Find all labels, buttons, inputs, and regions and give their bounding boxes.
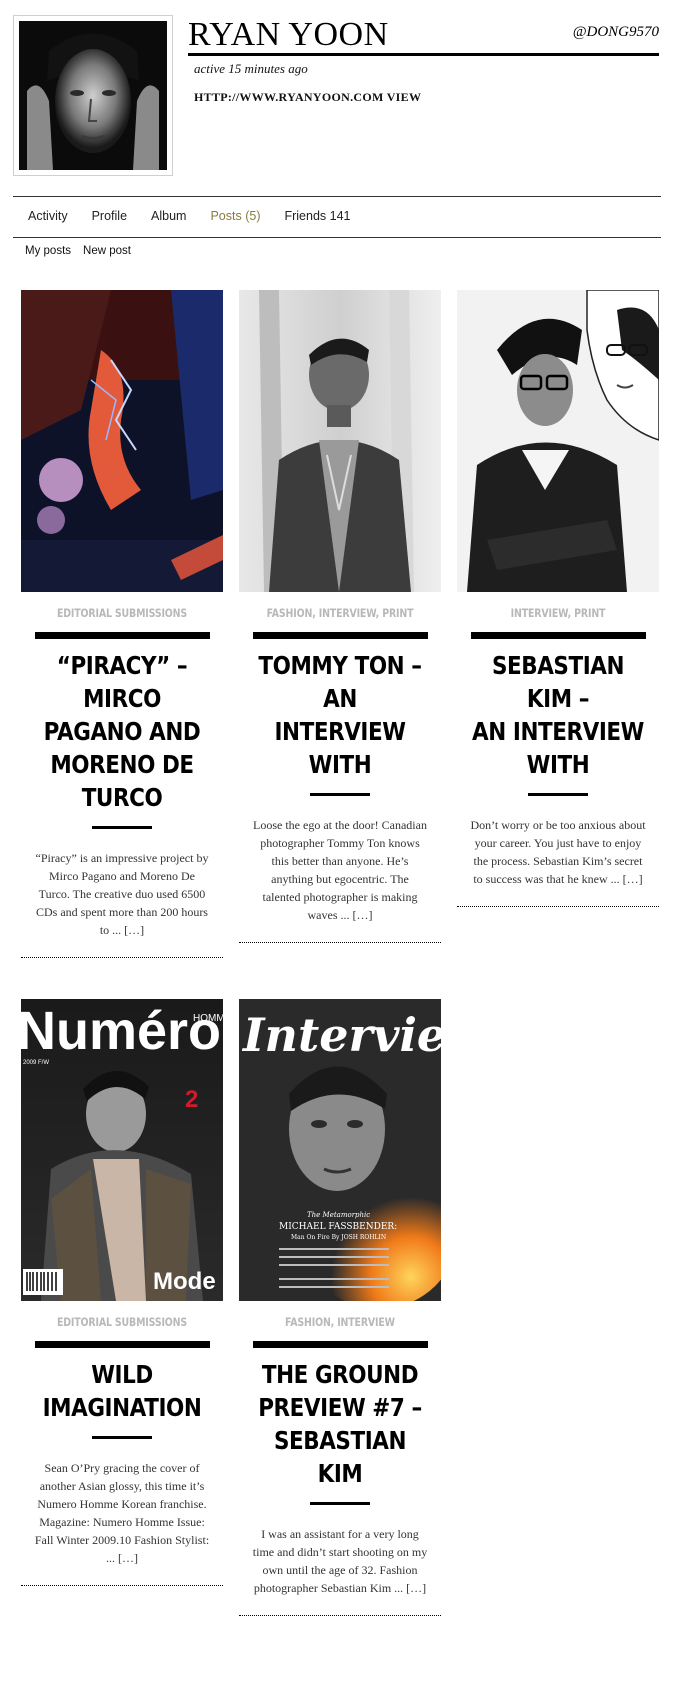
post-thumbnail[interactable] [239, 290, 441, 592]
category-bar [252, 632, 428, 639]
post-card: Interview The Metamorphic MICHAEL FASSBE… [239, 999, 441, 1616]
excerpt-text: “Piracy” is an impressive project by Mir… [35, 851, 209, 937]
post-card: FASHION, INTERVIEW, PRINT TOMMY TON – AN… [239, 290, 441, 943]
website-view-link[interactable]: VIEW [387, 90, 422, 104]
tab-posts[interactable]: Posts (5) [210, 209, 260, 223]
profile-avatar-frame[interactable] [13, 15, 173, 176]
avatar-photo [19, 21, 167, 170]
cover-sub: HOMME [193, 1013, 223, 1024]
profile-tabs: Activity Profile Album Posts (5) Friends… [28, 209, 375, 223]
cover-headline: MICHAEL FASSBENDER: [279, 1222, 397, 1232]
cover-issue: 2 [185, 1086, 198, 1113]
category-bar [34, 632, 210, 639]
profile-name: RYAN YOON [188, 16, 389, 53]
post-excerpt: I was an assistant for a very long time … [251, 1525, 429, 1597]
excerpt-text: Loose the ego at the door! Canadian phot… [253, 818, 427, 922]
post-category[interactable]: EDITORIAL SUBMISSIONS [39, 606, 205, 620]
category-bar [252, 1341, 428, 1348]
sebastian-kim-photo [457, 290, 659, 592]
excerpt-text: I was an assistant for a very long time … [252, 1527, 428, 1595]
new-post-link[interactable]: New post [83, 245, 131, 257]
post-title[interactable]: WILD IMAGINATION [35, 1358, 209, 1424]
post-thumbnail[interactable] [21, 290, 223, 592]
post-title[interactable]: “PIRACY” – MIRCO PAGANO AND MORENO DE TU… [35, 649, 209, 814]
category-bar [34, 1341, 210, 1348]
excerpt-text: Sean O’Pry gracing the cover of another … [34, 1461, 210, 1565]
post-category[interactable]: INTERVIEW, PRINT [475, 606, 641, 620]
category-bar [470, 632, 646, 639]
post-title[interactable]: SEBASTIAN KIM – AN INTERVIEW WITH [471, 649, 645, 781]
activity-status: active 15 minutes ago [194, 61, 308, 76]
read-more-link[interactable]: […] [406, 1581, 426, 1595]
name-divider [188, 53, 659, 56]
nav-divider-bottom [13, 237, 661, 238]
tab-profile[interactable]: Profile [92, 209, 127, 223]
post-card: INTERVIEW, PRINT SEBASTIAN KIM – AN INTE… [457, 290, 659, 907]
website-link[interactable]: HTTP://WWW.RYANYOON.COM [194, 90, 384, 104]
excerpt-text: Don’t worry or be too anxious about your… [470, 818, 646, 886]
post-card: Numéro HOMME 2009 F/W 2 Mode EDITORIAL S… [21, 999, 223, 1586]
post-category[interactable]: FASHION, INTERVIEW [257, 1315, 423, 1329]
posts-subnav: My posts New post [25, 245, 143, 257]
post-thumbnail[interactable]: Interview The Metamorphic MICHAEL FASSBE… [239, 999, 441, 1301]
dotted-divider [21, 1585, 223, 1586]
cover-kicker: The Metamorphic [307, 1211, 370, 1219]
dotted-divider [457, 906, 659, 907]
title-underline [92, 826, 152, 829]
post-title[interactable]: TOMMY TON – AN INTERVIEW WITH [253, 649, 427, 781]
cover-season: 2009 F/W [23, 1060, 49, 1066]
profile-handle: @DONG9570 [572, 24, 659, 40]
post-category[interactable]: FASHION, INTERVIEW, PRINT [257, 606, 423, 620]
cover-masthead: Interview [241, 1008, 441, 1062]
post-thumbnail[interactable]: Numéro HOMME 2009 F/W 2 Mode [21, 999, 223, 1301]
cover-line: Mode [153, 1268, 216, 1295]
tommy-ton-photo [239, 290, 441, 592]
title-underline [310, 793, 370, 796]
numero-homme-cover: Numéro HOMME 2009 F/W 2 Mode [21, 999, 223, 1301]
post-excerpt: “Piracy” is an impressive project by Mir… [33, 849, 211, 939]
cover-subline: Man On Fire By JOSH ROHLIN [291, 1234, 386, 1241]
dotted-divider [239, 1615, 441, 1616]
post-excerpt: Sean O’Pry gracing the cover of another … [33, 1459, 211, 1567]
title-underline [528, 793, 588, 796]
dotted-divider [21, 957, 223, 958]
tab-friends[interactable]: Friends 141 [284, 209, 350, 223]
cover-masthead: Numéro [21, 1001, 221, 1061]
post-category[interactable]: EDITORIAL SUBMISSIONS [39, 1315, 205, 1329]
dotted-divider [239, 942, 441, 943]
my-posts-link[interactable]: My posts [25, 245, 71, 257]
read-more-link[interactable]: […] [118, 1551, 138, 1565]
title-underline [92, 1436, 152, 1439]
nav-divider-top [13, 196, 661, 197]
read-more-link[interactable]: […] [353, 908, 373, 922]
read-more-link[interactable]: […] [124, 923, 144, 937]
read-more-link[interactable]: […] [623, 872, 643, 886]
title-underline [310, 1502, 370, 1505]
avatar[interactable] [19, 21, 167, 170]
post-thumbnail[interactable] [457, 290, 659, 592]
interview-magazine-cover: Interview The Metamorphic MICHAEL FASSBE… [239, 999, 441, 1301]
tab-activity[interactable]: Activity [28, 209, 68, 223]
tab-album[interactable]: Album [151, 209, 186, 223]
post-card: EDITORIAL SUBMISSIONS “PIRACY” – MIRCO P… [21, 290, 223, 958]
post-title[interactable]: THE GROUND PREVIEW #7 – SEBASTIAN KIM [253, 1358, 427, 1490]
piracy-artwork-image [21, 290, 223, 592]
post-excerpt: Loose the ego at the door! Canadian phot… [251, 816, 429, 924]
post-excerpt: Don’t worry or be too anxious about your… [469, 816, 647, 888]
website-line: HTTP://WWW.RYANYOON.COM VIEW [194, 90, 421, 105]
